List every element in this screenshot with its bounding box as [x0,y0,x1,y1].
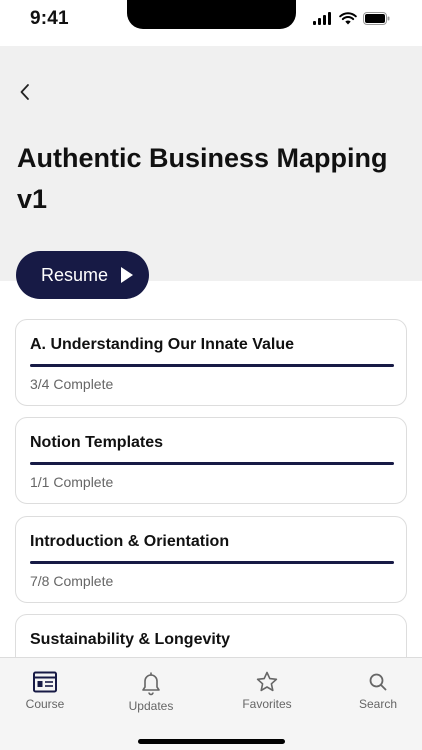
module-status: 3/4 Complete [30,376,114,392]
tab-favorites[interactable]: Favorites [222,658,312,718]
tab-course[interactable]: Course [0,658,90,718]
module-progress-fill [30,364,394,367]
course-header: Authentic Business Mapping v1 [0,46,422,281]
module-progress-bar [30,364,394,367]
module-progress-bar [30,561,394,564]
module-title: Introduction & Orientation [30,533,230,550]
module-card[interactable]: A. Understanding Our Innate Value 3/4 Co… [15,319,407,406]
module-card[interactable]: Notion Templates 1/1 Complete [15,417,407,504]
tab-bar: Course Updates Favorites Search [0,657,422,750]
battery-icon [363,12,390,25]
module-title: A. Understanding Our Innate Value [30,336,295,353]
module-progress-bar [30,462,394,465]
module-title: Sustainability & Longevity [30,631,231,648]
play-icon [121,267,134,283]
course-icon [33,671,57,693]
back-button[interactable] [14,80,38,104]
search-icon [369,673,387,691]
tab-label: Favorites [242,697,292,711]
wifi-icon [339,12,357,25]
status-icons [313,12,390,25]
module-card[interactable]: Introduction & Orientation 7/8 Complete [15,516,407,603]
bell-icon [142,672,160,696]
tab-updates[interactable]: Updates [106,658,196,718]
module-progress-fill [30,462,394,465]
cellular-signal-icon [313,12,331,25]
chevron-left-icon [20,84,29,100]
tab-label: Search [358,697,398,711]
resume-button[interactable]: Resume [16,251,149,299]
module-status: 1/1 Complete [30,474,114,490]
module-progress-fill [30,561,394,564]
module-title: Notion Templates [30,434,164,451]
resume-label: Resume [41,264,109,285]
home-indicator [138,739,285,744]
status-bar: 9:41 [0,0,422,46]
tab-label: Updates [128,699,174,713]
course-title: Authentic Business Mapping v1 [17,143,388,214]
star-icon [256,671,278,692]
tab-search[interactable]: Search [333,658,422,718]
device-notch [127,0,296,29]
app-screen: 9:41 Authentic Business Mapping v1 Resum… [0,0,422,750]
tab-label: Course [25,697,65,711]
module-status: 7/8 Complete [30,573,114,589]
status-time: 9:41 [30,8,69,29]
